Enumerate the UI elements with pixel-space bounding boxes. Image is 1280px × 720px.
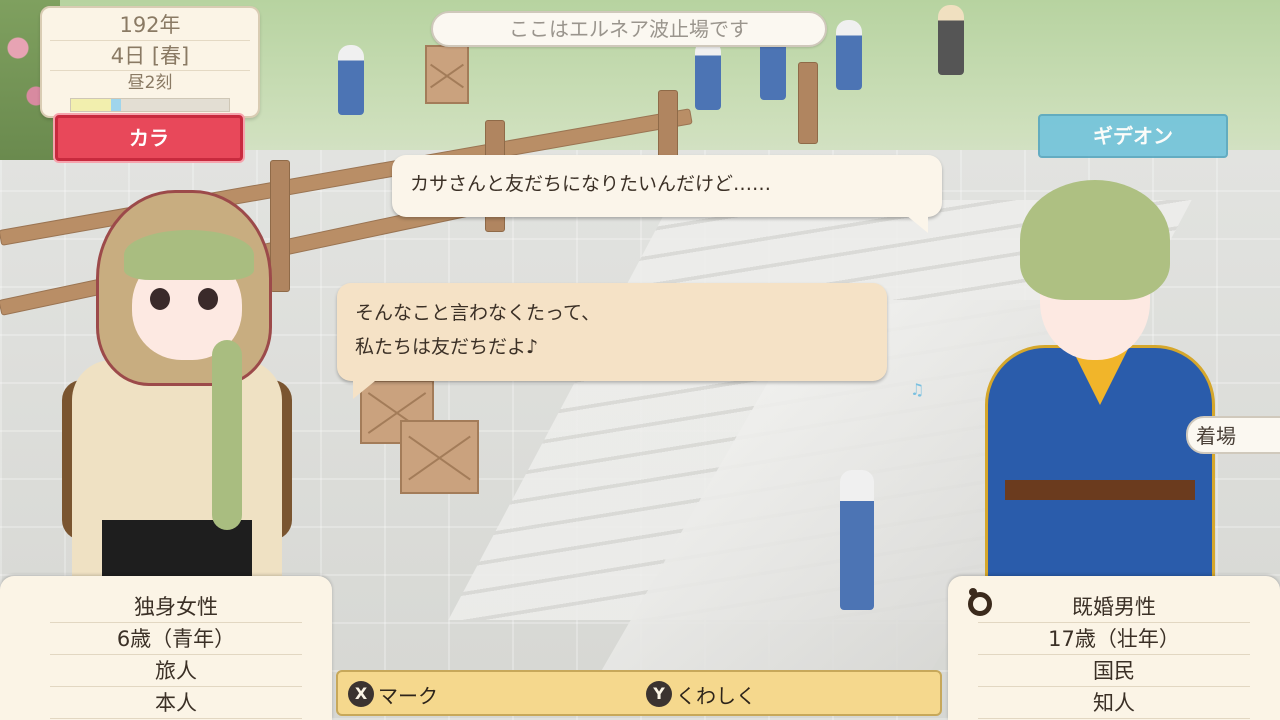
- profile-panel-right: 既婚男性 17歳（壮年） 国民 知人: [948, 576, 1280, 720]
- mark-label: マーク: [378, 683, 438, 708]
- location-side-tag[interactable]: 着場: [1186, 416, 1280, 454]
- marital-status: 独身女性: [50, 590, 302, 623]
- eye: [150, 288, 170, 310]
- details-label: くわしく: [676, 683, 756, 708]
- profile-panel-left: 独身女性 6歳（青年） 旅人 本人: [0, 576, 332, 720]
- character-hair: [124, 230, 254, 280]
- y-button-icon: Y: [646, 681, 672, 707]
- occupation-label: 旅人: [50, 654, 302, 687]
- speech-bubble-right[interactable]: カサさんと友だちになりたいんだけど……: [392, 155, 942, 233]
- music-note-icon: ♫: [910, 380, 925, 399]
- relation-label: 知人: [978, 686, 1250, 719]
- character-hair: [1020, 180, 1170, 300]
- dialogue-line: そんなこと言わなくたって、: [355, 302, 601, 324]
- calendar-panel: 192年 4日 [春] 昼2刻: [40, 6, 260, 118]
- time-progress-marker: [111, 99, 121, 111]
- marital-status: 既婚男性: [978, 590, 1250, 623]
- character-portrait-left: [62, 190, 292, 580]
- speech-bubble-left[interactable]: そんなこと言わなくたって、 私たちは友だちだよ♪: [337, 283, 887, 399]
- wooden-crate: [400, 420, 479, 494]
- npc-villager: [938, 5, 964, 75]
- npc-villager: [840, 470, 874, 610]
- dialogue-line: カサさんと友だちになりたいんだけど……: [410, 173, 772, 195]
- speaker-nameplate-right[interactable]: ギデオン: [1038, 114, 1228, 158]
- bubble-tail: [906, 215, 928, 233]
- control-hint-bar: X マーク Y くわしく: [336, 670, 942, 716]
- npc-villager: [836, 20, 862, 90]
- details-button[interactable]: Y くわしく: [646, 679, 756, 709]
- x-button-icon: X: [348, 681, 374, 707]
- speaker-nameplate-left[interactable]: カラ: [55, 115, 243, 161]
- wooden-crate: [425, 45, 469, 104]
- bubble-tail: [353, 381, 375, 399]
- time-progress-bar: [70, 98, 230, 112]
- day-season-label: 4日 [春]: [50, 40, 250, 71]
- character-braid: [212, 340, 242, 530]
- npc-villager: [338, 45, 364, 115]
- fence-post: [798, 62, 818, 144]
- character-belt: [1005, 480, 1195, 500]
- character-portrait-right: [985, 180, 1215, 580]
- location-banner: ここはエルネア波止場です: [431, 11, 827, 47]
- time-progress-fill: [71, 99, 111, 111]
- age-label: 6歳（青年）: [50, 622, 302, 655]
- dialogue-line: 私たちは友だちだよ♪: [355, 336, 539, 358]
- npc-villager: [695, 40, 721, 110]
- relation-label: 本人: [50, 686, 302, 719]
- mark-button[interactable]: X マーク: [348, 679, 438, 709]
- eye: [198, 288, 218, 310]
- year-label: 192年: [119, 13, 181, 37]
- age-label: 17歳（壮年）: [978, 622, 1250, 655]
- occupation-label: 国民: [978, 654, 1250, 687]
- time-of-day-label: 昼2刻: [50, 70, 250, 95]
